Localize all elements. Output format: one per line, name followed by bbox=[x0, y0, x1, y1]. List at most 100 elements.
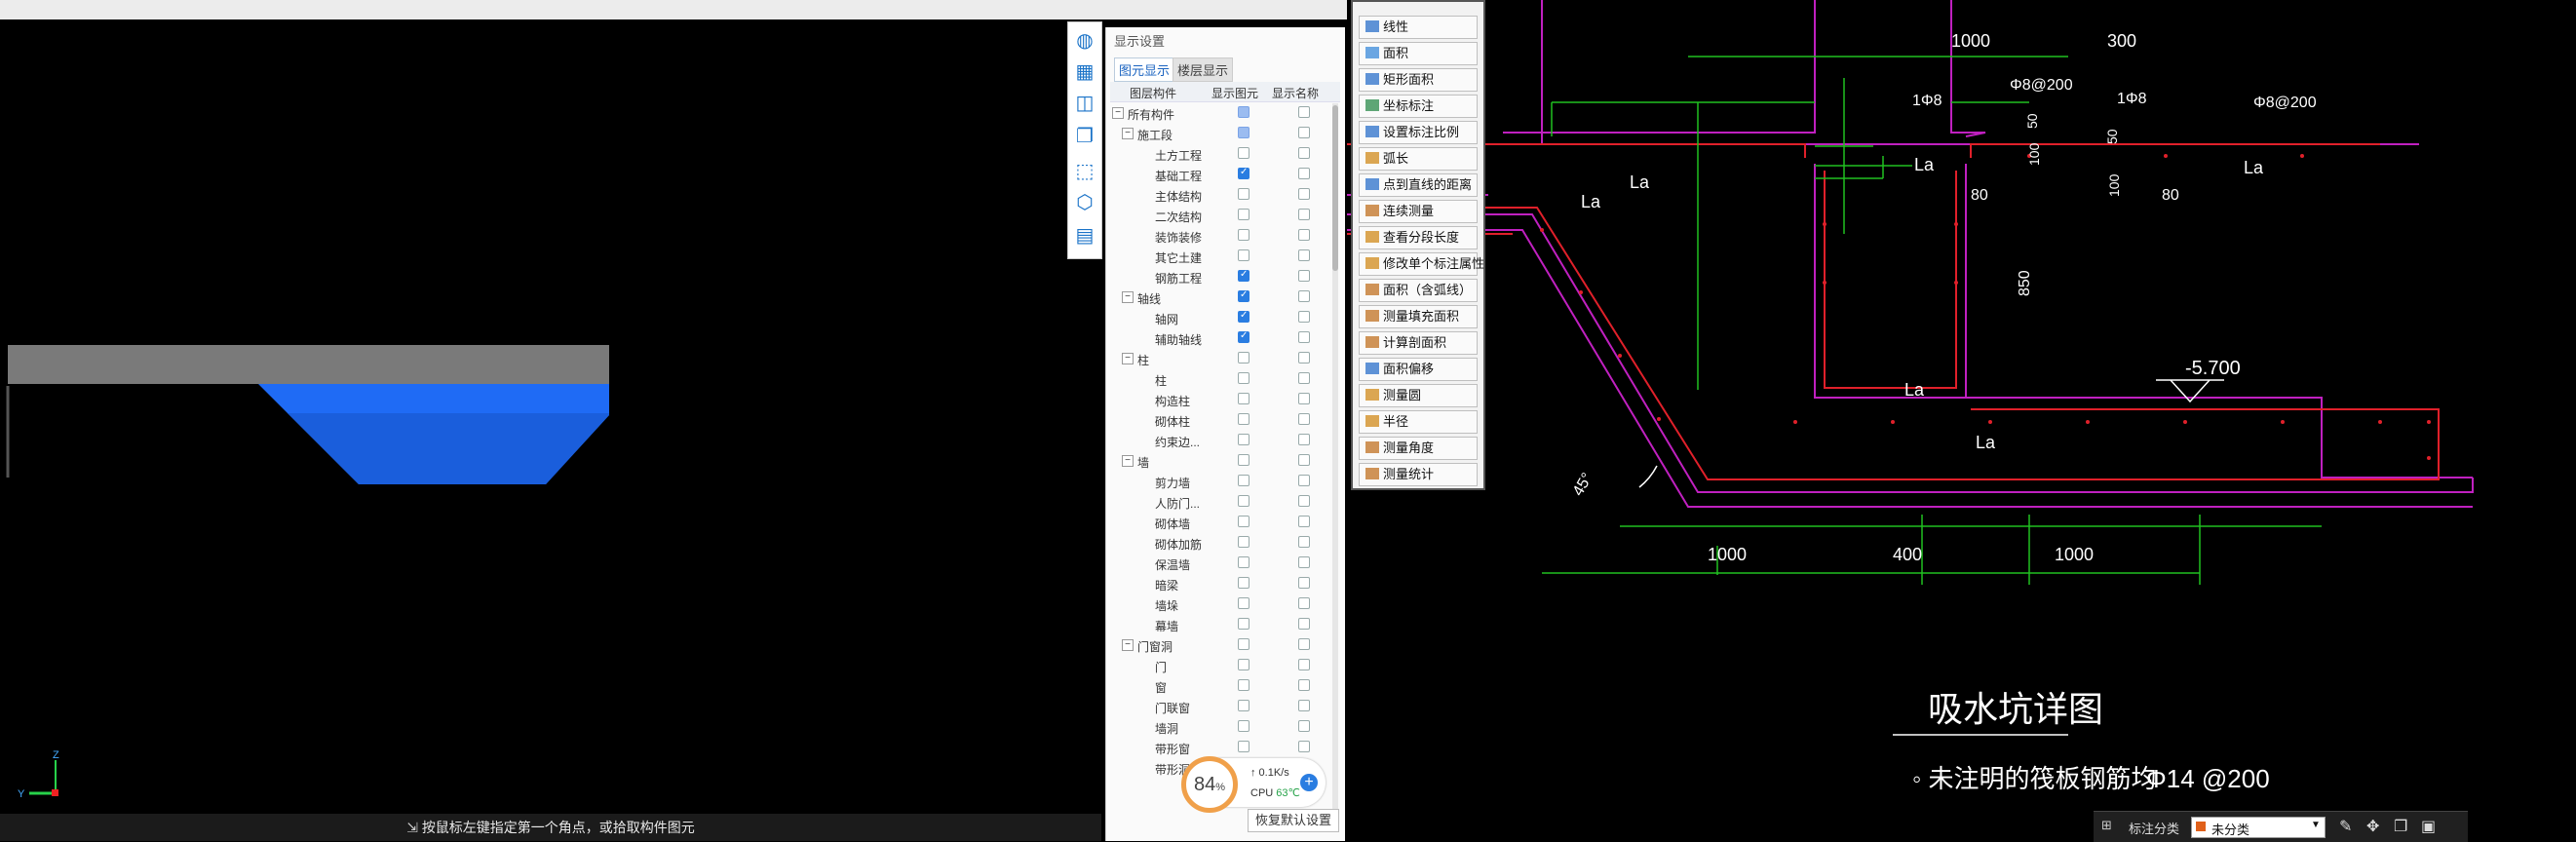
layer-row[interactable]: 砌体墙 bbox=[1110, 513, 1340, 533]
measure-tool-button[interactable]: 测量填充面积 bbox=[1359, 305, 1478, 328]
layer-row[interactable]: 砌体柱 bbox=[1110, 410, 1340, 431]
show-element-checkbox[interactable] bbox=[1238, 618, 1250, 630]
show-name-checkbox[interactable] bbox=[1298, 249, 1310, 261]
show-name-checkbox[interactable] bbox=[1298, 454, 1310, 466]
show-name-checkbox[interactable] bbox=[1298, 311, 1310, 323]
measure-tool-button[interactable]: 测量圆 bbox=[1359, 384, 1478, 407]
show-element-checkbox[interactable] bbox=[1238, 393, 1250, 404]
show-name-checkbox[interactable] bbox=[1298, 147, 1310, 159]
show-name-checkbox[interactable] bbox=[1298, 270, 1310, 282]
show-name-checkbox[interactable] bbox=[1298, 700, 1310, 711]
measure-tool-button[interactable]: 面积偏移 bbox=[1359, 358, 1478, 381]
layer-row[interactable]: 保温墙 bbox=[1110, 554, 1340, 574]
show-element-checkbox[interactable] bbox=[1238, 106, 1250, 118]
measure-tool-button[interactable]: 连续测量 bbox=[1359, 200, 1478, 223]
show-name-checkbox[interactable] bbox=[1298, 516, 1310, 527]
show-name-checkbox[interactable] bbox=[1298, 106, 1310, 118]
show-name-checkbox[interactable] bbox=[1298, 597, 1310, 609]
show-element-checkbox[interactable] bbox=[1238, 536, 1250, 548]
show-element-checkbox[interactable] bbox=[1238, 597, 1250, 609]
component-cube-icon[interactable]: ⬡ bbox=[1072, 190, 1097, 215]
layer-row[interactable]: 装饰装修 bbox=[1110, 226, 1340, 247]
report-icon[interactable]: ▤ bbox=[1072, 223, 1097, 249]
show-name-checkbox[interactable] bbox=[1298, 393, 1310, 404]
layer-row[interactable]: 幕墙 bbox=[1110, 615, 1340, 635]
grid-view-icon[interactable]: ▦ bbox=[1072, 59, 1097, 85]
measure-tool-button[interactable]: 设置标注比例 bbox=[1359, 121, 1478, 144]
show-name-checkbox[interactable] bbox=[1298, 679, 1310, 691]
measure-tool-button[interactable]: 半径 bbox=[1359, 410, 1478, 434]
layer-row[interactable]: − 门窗洞 bbox=[1110, 635, 1340, 656]
layer-row[interactable]: 带形窗 bbox=[1110, 738, 1340, 758]
tab-element-display[interactable]: 图元显示 bbox=[1114, 57, 1175, 82]
show-element-checkbox[interactable] bbox=[1238, 310, 1250, 323]
measure-tool-button[interactable]: 坐标标注 bbox=[1359, 95, 1478, 118]
show-name-checkbox[interactable] bbox=[1298, 720, 1310, 732]
collapse-toggle-icon[interactable]: − bbox=[1122, 353, 1134, 364]
show-element-checkbox[interactable] bbox=[1238, 372, 1250, 384]
show-name-checkbox[interactable] bbox=[1298, 618, 1310, 630]
layer-row[interactable]: 窗 bbox=[1110, 676, 1340, 697]
measure-tool-button[interactable]: 弧长 bbox=[1359, 147, 1478, 171]
measure-tool-button[interactable]: 测量统计 bbox=[1359, 463, 1478, 486]
show-element-checkbox[interactable] bbox=[1238, 495, 1250, 507]
show-element-checkbox[interactable] bbox=[1238, 209, 1250, 220]
layer-row[interactable]: 构造柱 bbox=[1110, 390, 1340, 410]
show-element-checkbox[interactable] bbox=[1238, 434, 1250, 445]
collapse-toggle-icon[interactable]: − bbox=[1112, 107, 1124, 119]
layer-row[interactable]: 其它土建 bbox=[1110, 247, 1340, 267]
measure-tool-button[interactable]: 计算剖面积 bbox=[1359, 331, 1478, 355]
show-element-checkbox[interactable] bbox=[1238, 659, 1250, 670]
show-name-checkbox[interactable] bbox=[1298, 127, 1310, 138]
layer-row[interactable]: − 施工段 bbox=[1110, 124, 1340, 144]
collapse-toggle-icon[interactable]: − bbox=[1122, 639, 1134, 651]
show-element-checkbox[interactable] bbox=[1238, 741, 1250, 752]
show-name-checkbox[interactable] bbox=[1298, 434, 1310, 445]
measure-tool-button[interactable]: 点到直线的距离 bbox=[1359, 173, 1478, 197]
select-box-icon[interactable]: ⬚ bbox=[1072, 159, 1097, 184]
show-name-checkbox[interactable] bbox=[1298, 188, 1310, 200]
layer-row[interactable]: 轴网 bbox=[1110, 308, 1340, 328]
show-name-checkbox[interactable] bbox=[1298, 536, 1310, 548]
show-element-checkbox[interactable] bbox=[1238, 167, 1250, 179]
measure-tool-button[interactable]: 查看分段长度 bbox=[1359, 226, 1478, 249]
layer-row[interactable]: 门 bbox=[1110, 656, 1340, 676]
show-element-checkbox[interactable] bbox=[1238, 679, 1250, 691]
show-element-checkbox[interactable] bbox=[1238, 289, 1250, 302]
show-element-checkbox[interactable] bbox=[1238, 229, 1250, 241]
collapse-toggle-icon[interactable]: − bbox=[1122, 455, 1134, 467]
layer-row[interactable]: 剪力墙 bbox=[1110, 472, 1340, 492]
measure-tool-button[interactable]: 面积（含弧线） bbox=[1359, 279, 1478, 302]
measure-tool-button[interactable]: 修改单个标注属性 bbox=[1359, 252, 1484, 276]
measure-tool-button[interactable]: 面积 bbox=[1359, 42, 1478, 65]
3d-sphere-icon[interactable]: ◍ bbox=[1072, 28, 1097, 54]
category-select[interactable]: 未分类 ▼ bbox=[2191, 817, 2326, 838]
layer-row[interactable]: 砌体加筋 bbox=[1110, 533, 1340, 554]
layer-row[interactable]: 土方工程 bbox=[1110, 144, 1340, 165]
layer-row[interactable]: − 所有构件 bbox=[1110, 103, 1340, 124]
show-element-checkbox[interactable] bbox=[1238, 475, 1250, 486]
show-element-checkbox[interactable] bbox=[1238, 720, 1250, 732]
layer-row[interactable]: − 墙 bbox=[1110, 451, 1340, 472]
show-name-checkbox[interactable] bbox=[1298, 331, 1310, 343]
show-element-checkbox[interactable] bbox=[1238, 638, 1250, 650]
edit-icon[interactable]: ✎ bbox=[2339, 817, 2352, 836]
add-icon[interactable]: + bbox=[1300, 774, 1318, 791]
panel-scroll-thumb[interactable] bbox=[1332, 105, 1338, 271]
show-element-checkbox[interactable] bbox=[1238, 330, 1250, 343]
show-element-checkbox[interactable] bbox=[1238, 454, 1250, 466]
layer-row[interactable]: 墙洞 bbox=[1110, 717, 1340, 738]
show-name-checkbox[interactable] bbox=[1298, 413, 1310, 425]
move-icon[interactable]: ✥ bbox=[2366, 817, 2379, 836]
show-name-checkbox[interactable] bbox=[1298, 741, 1310, 752]
layer-row[interactable]: 二次结构 bbox=[1110, 206, 1340, 226]
show-element-checkbox[interactable] bbox=[1238, 127, 1250, 138]
measure-tool-button[interactable]: 矩形面积 bbox=[1359, 68, 1478, 92]
layer-stack-icon[interactable]: ❐ bbox=[1072, 124, 1097, 149]
layer-row[interactable]: 基础工程 bbox=[1110, 165, 1340, 185]
show-name-checkbox[interactable] bbox=[1298, 209, 1310, 220]
paste-icon[interactable]: ▣ bbox=[2421, 817, 2436, 836]
layer-row[interactable]: − 柱 bbox=[1110, 349, 1340, 369]
show-name-checkbox[interactable] bbox=[1298, 290, 1310, 302]
show-name-checkbox[interactable] bbox=[1298, 352, 1310, 364]
